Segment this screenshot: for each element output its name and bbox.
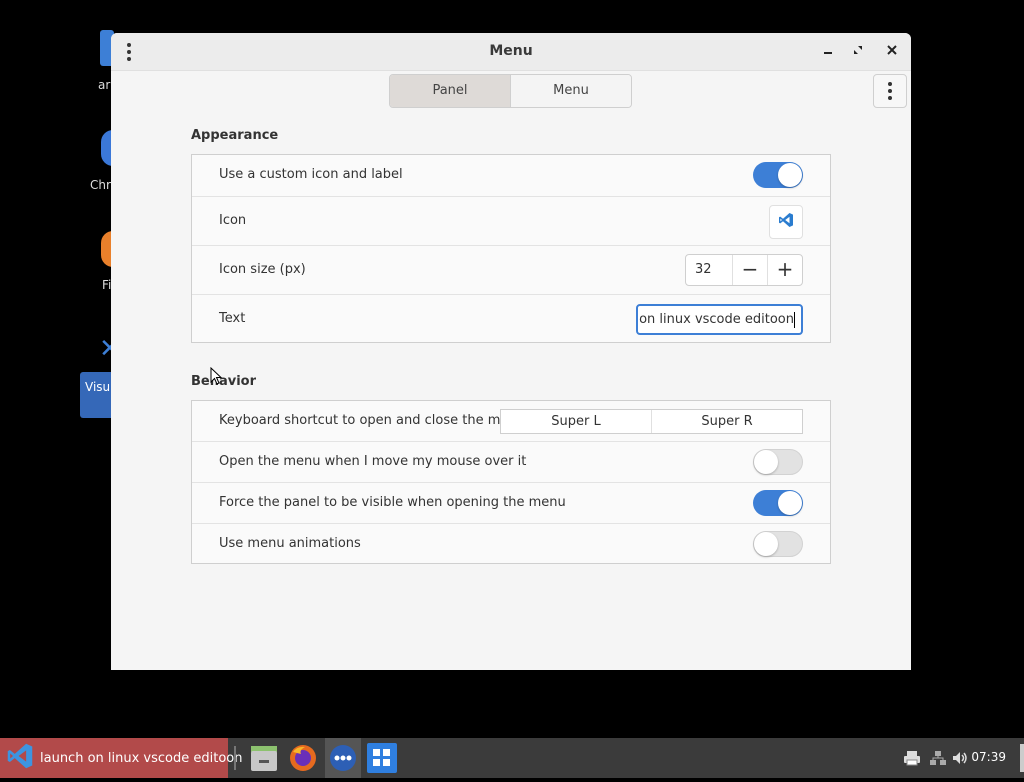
- text-input-value: launch on linux vscode editoon: [638, 312, 794, 327]
- custom-icon-label: Use a custom icon and label: [219, 167, 403, 182]
- custom-icon-row: Use a custom icon and label: [192, 155, 830, 196]
- icon-row: Icon: [192, 196, 830, 245]
- appearance-heading: Appearance: [191, 128, 279, 143]
- animations-label: Use menu animations: [219, 536, 361, 551]
- window-title: Menu: [489, 43, 533, 59]
- volume-icon[interactable]: [951, 749, 969, 767]
- text-row: Text launch on linux vscode editoon: [192, 294, 830, 342]
- custom-icon-switch[interactable]: [753, 162, 803, 188]
- text-input[interactable]: launch on linux vscode editoon: [636, 304, 803, 335]
- icon-size-stepper: 32 − +: [685, 254, 803, 286]
- close-icon[interactable]: [882, 42, 902, 62]
- network-icon[interactable]: [929, 749, 947, 767]
- menu-settings-window: Menu Panel Menu Appearance Use a custom …: [111, 33, 911, 670]
- force-visible-switch[interactable]: [753, 490, 803, 516]
- shortcut-super-r-button[interactable]: Super R: [651, 410, 802, 433]
- mouse-cursor-icon: [210, 366, 223, 389]
- open-on-hover-label: Open the menu when I move my mouse over …: [219, 454, 527, 469]
- taskbar: launch on linux vscode editoon 07:39: [0, 738, 1024, 778]
- icon-size-input[interactable]: 32: [686, 255, 732, 285]
- icon-chooser-button[interactable]: [769, 205, 803, 239]
- clock[interactable]: 07:39: [971, 750, 1006, 764]
- appearance-group: Use a custom icon and label Icon Icon si…: [191, 154, 831, 343]
- icon-size-row: Icon size (px) 32 − +: [192, 245, 830, 294]
- taskbar-app-active[interactable]: [325, 738, 361, 778]
- more-options-icon[interactable]: [873, 74, 907, 108]
- icon-label: Icon: [219, 213, 247, 228]
- open-on-hover-row: Open the menu when I move my mouse over …: [192, 441, 830, 482]
- force-visible-label: Force the panel to be visible when openi…: [219, 495, 566, 510]
- tab-panel[interactable]: Panel: [390, 75, 510, 107]
- desktop-icon-selected[interactable]: Visu: [80, 372, 111, 418]
- decrement-button[interactable]: −: [732, 255, 767, 285]
- taskbar-task-label: launch on linux vscode editoon: [40, 750, 243, 766]
- animations-switch[interactable]: [753, 531, 803, 557]
- shortcut-label: Keyboard shortcut to open and close the …: [219, 413, 525, 428]
- desktop-icon-label: Visu: [85, 380, 111, 394]
- taskbar-active-task[interactable]: launch on linux vscode editoon: [0, 738, 242, 778]
- shortcut-row: Keyboard shortcut to open and close the …: [192, 401, 830, 441]
- firefox-icon[interactable]: [287, 742, 319, 774]
- increment-button[interactable]: +: [767, 255, 802, 285]
- printer-icon[interactable]: [903, 749, 921, 767]
- behavior-group: Keyboard shortcut to open and close the …: [191, 400, 831, 564]
- behavior-heading: Behavior: [191, 374, 257, 389]
- shortcut-selector: Super L Super R: [500, 409, 803, 434]
- taskbar-separator: [234, 746, 236, 770]
- minimize-icon[interactable]: [818, 42, 838, 62]
- vscode-icon: [778, 212, 794, 232]
- maximize-icon[interactable]: [848, 42, 868, 62]
- titlebar: Menu: [111, 33, 911, 71]
- vscode-icon: [6, 742, 34, 774]
- file-manager-icon[interactable]: [248, 742, 280, 774]
- tab-menu[interactable]: Menu: [510, 75, 631, 107]
- app-grid-icon[interactable]: [366, 742, 398, 774]
- tab-switcher: Panel Menu: [389, 74, 632, 108]
- text-label: Text: [219, 311, 246, 326]
- force-visible-row: Force the panel to be visible when openi…: [192, 482, 830, 523]
- shortcut-super-l-button[interactable]: Super L: [501, 410, 651, 433]
- taskbar-end-edge: [1020, 744, 1024, 772]
- open-on-hover-switch[interactable]: [753, 449, 803, 475]
- icon-size-label: Icon size (px): [219, 262, 306, 277]
- animations-row: Use menu animations: [192, 523, 830, 563]
